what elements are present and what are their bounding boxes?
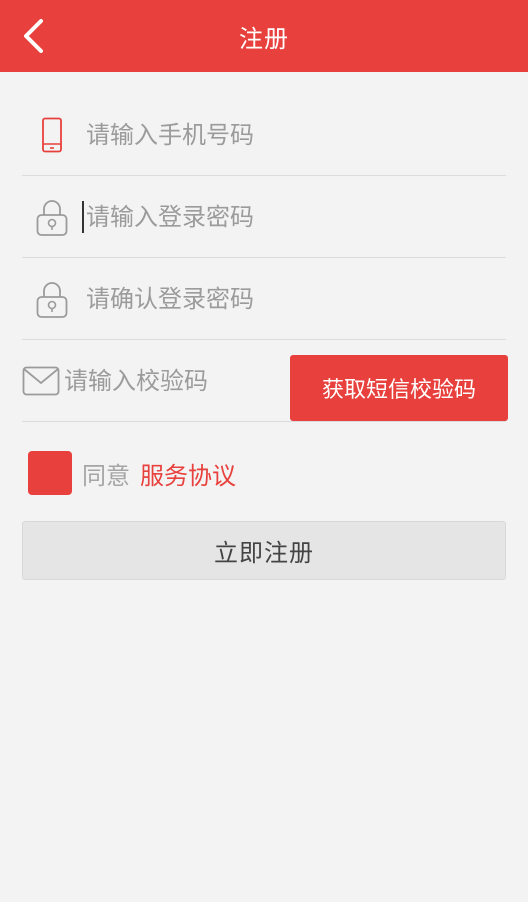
mail-icon [22,340,60,422]
agreement-checkbox[interactable] [28,451,72,495]
chevron-left-icon [24,19,43,53]
register-form: 获取短信校验码 [22,94,508,422]
header-bar: 注册 [0,0,528,72]
back-button[interactable] [10,12,56,60]
agreement-row: 同意 服务协议 [28,450,236,496]
agreement-prefix: 同意 [82,461,130,490]
service-agreement-link[interactable]: 服务协议 [140,456,236,491]
phone-row [22,94,506,176]
lock-icon [22,258,82,340]
phone-input[interactable] [82,109,506,160]
confirm-password-row [22,258,506,340]
code-row: 获取短信校验码 [22,340,508,422]
phone-icon [22,94,82,176]
password-row [22,176,506,258]
get-code-button[interactable]: 获取短信校验码 [290,355,508,421]
lock-icon [22,176,82,258]
confirm-password-input[interactable] [82,273,506,324]
register-button[interactable]: 立即注册 [22,521,506,580]
password-input[interactable] [82,200,506,233]
page-title: 注册 [239,24,289,53]
